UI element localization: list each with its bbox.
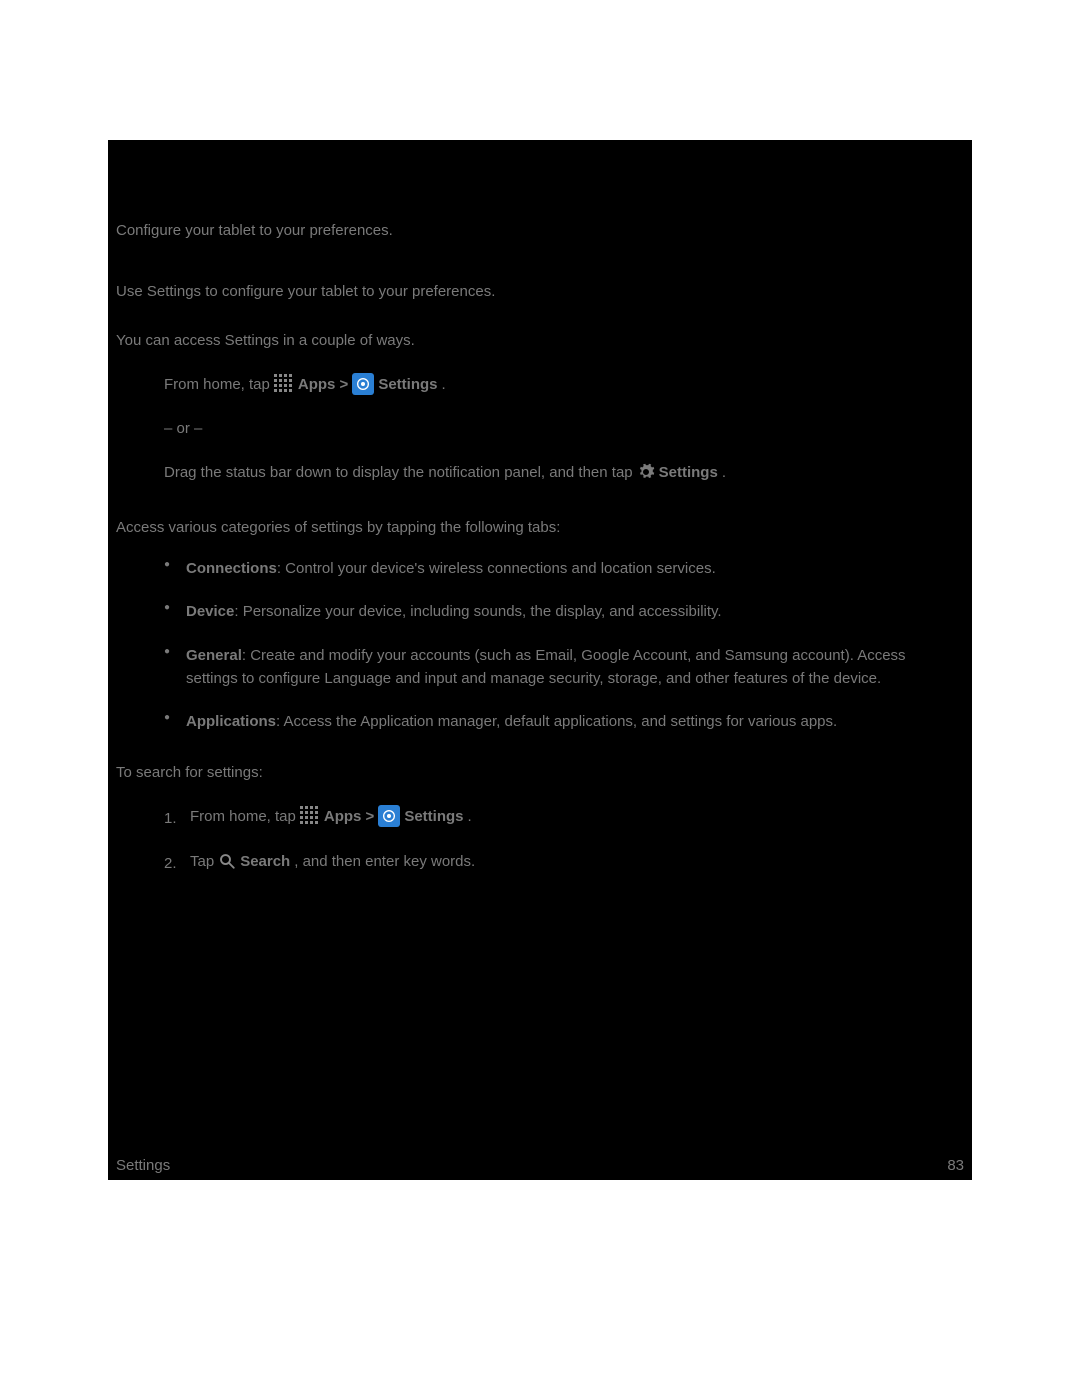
intro-text: Configure your tablet to your preference… — [108, 220, 972, 261]
categories-list: Connections: Control your device's wirel… — [108, 557, 972, 753]
search-step-2: Tap Search, and then enter key words. — [164, 848, 942, 893]
apps-grid-icon — [274, 374, 294, 394]
cat-desc: : Personalize your device, including sou… — [234, 603, 721, 620]
cat-name: Connections — [186, 560, 277, 577]
list-item: General: Create and modify your accounts… — [164, 644, 942, 711]
period: . — [468, 803, 472, 830]
page-footer: Settings 83 — [116, 1157, 964, 1174]
accessing-steps: From home, tap Apps > Settings. – or – — [108, 371, 972, 508]
footer-left: Settings — [116, 1157, 170, 1174]
step-text: Drag the status bar down to display the … — [164, 459, 633, 486]
footer-right: 83 — [947, 1157, 964, 1174]
search-steps: From home, tap Apps > Settings. Tap — [108, 803, 972, 893]
accessing-step-2: Drag the status bar down to display the … — [164, 459, 964, 508]
period: . — [722, 459, 726, 486]
settings-label: Settings — [378, 371, 437, 398]
apps-label: Apps > — [298, 371, 348, 398]
search-label: Search — [240, 848, 290, 875]
cat-name: Device — [186, 603, 234, 620]
settings-gear-icon — [352, 373, 374, 395]
search-icon — [218, 852, 236, 870]
accessing-step-1: From home, tap Apps > Settings. — [164, 371, 964, 420]
step-text: From home, tap — [164, 371, 270, 398]
using-settings-text: Use Settings to configure your tablet to… — [108, 281, 972, 322]
cat-desc: : Access the Application manager, defaul… — [276, 713, 837, 730]
step-text: From home, tap — [190, 803, 296, 830]
cat-name: General — [186, 647, 242, 664]
settings-label: Settings — [659, 459, 718, 486]
list-item: Applications: Access the Application man… — [164, 710, 942, 753]
gear-icon — [637, 463, 655, 481]
apps-grid-icon — [300, 806, 320, 826]
or-separator: – or – — [164, 420, 964, 459]
step-text: Tap — [190, 848, 214, 875]
cat-name: Applications — [186, 713, 276, 730]
apps-label: Apps > — [324, 803, 374, 830]
manual-page: Settings Configure your tablet to your p… — [108, 140, 972, 1180]
search-step-1: From home, tap Apps > Settings. — [164, 803, 942, 848]
search-intro: To search for settings: — [108, 762, 972, 803]
period: . — [442, 371, 446, 398]
cat-desc: : Control your device's wireless connect… — [277, 560, 716, 577]
step-suffix: , and then enter key words. — [294, 848, 475, 875]
settings-label: Settings — [404, 803, 463, 830]
cat-desc: : Create and modify your accounts (such … — [186, 647, 906, 687]
settings-gear-icon — [378, 805, 400, 827]
accessing-text: You can access Settings in a couple of w… — [108, 330, 972, 371]
list-item: Connections: Control your device's wirel… — [164, 557, 942, 600]
categories-intro: Access various categories of settings by… — [108, 517, 972, 558]
list-item: Device: Personalize your device, includi… — [164, 600, 942, 643]
